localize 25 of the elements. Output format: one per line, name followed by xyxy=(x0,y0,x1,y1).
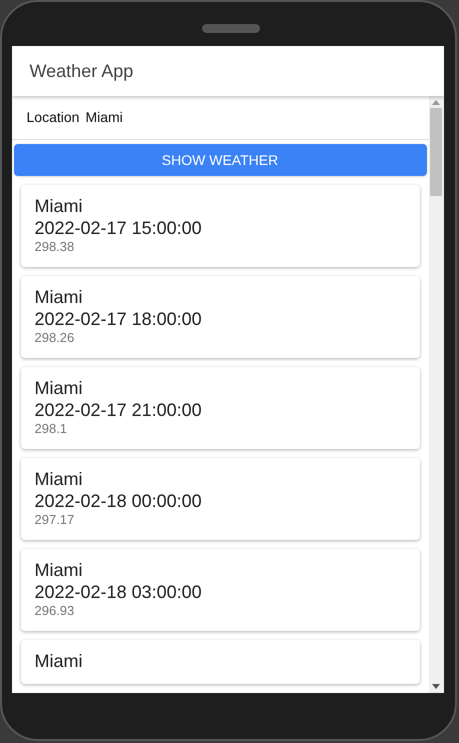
forecast-datetime: 2022-02-17 18:00:00 xyxy=(34,308,203,330)
forecast-datetime: 2022-02-17 21:00:00 xyxy=(34,399,203,421)
location-label: Location xyxy=(26,108,80,127)
show-weather-button[interactable]: SHOW WEATHER xyxy=(14,144,426,176)
forecast-datetime: 2022-02-18 00:00:00 xyxy=(34,490,203,512)
temperature-value: 297.17 xyxy=(34,512,76,528)
location-field[interactable]: Miami xyxy=(85,107,386,128)
city-name: Miami xyxy=(34,195,84,217)
scrollbar[interactable] xyxy=(428,96,444,693)
app-title: Weather App xyxy=(30,60,134,83)
scroll-up-icon[interactable] xyxy=(432,100,440,105)
scroll-down-icon[interactable] xyxy=(432,684,440,689)
city-name: Miami xyxy=(34,286,84,308)
forecast-datetime: 2022-02-18 03:00:00 xyxy=(34,581,203,603)
temperature-value: 296.93 xyxy=(34,603,76,619)
speaker-slot xyxy=(202,24,260,33)
city-name: Miami xyxy=(34,559,84,581)
city-name: Miami xyxy=(34,377,84,399)
city-name: Miami xyxy=(34,468,84,490)
city-name: Miami xyxy=(34,650,84,672)
temperature-value: 298.38 xyxy=(34,239,76,255)
temperature-value: 298.26 xyxy=(34,330,76,346)
temperature-value: 298.1 xyxy=(34,421,68,437)
scrollbar-thumb[interactable] xyxy=(430,108,442,196)
forecast-datetime: 2022-02-17 15:00:00 xyxy=(34,217,203,239)
